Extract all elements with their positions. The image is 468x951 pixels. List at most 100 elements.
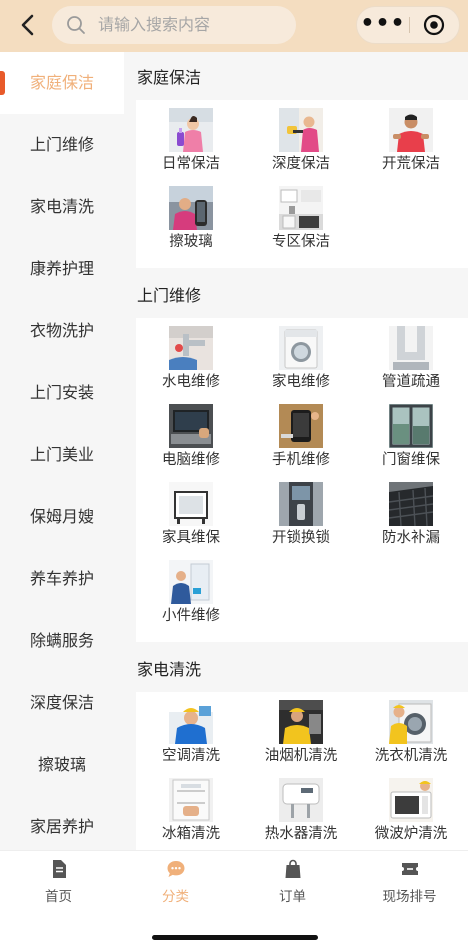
sidebar-item-label: 上门安装	[29, 383, 94, 402]
sidebar-item-label: 深度保洁	[29, 693, 94, 712]
washing-machine-photo	[279, 326, 323, 370]
service-label: 专区保洁	[272, 234, 330, 250]
service-tile[interactable]: 开荒保洁	[356, 108, 466, 186]
bottom-nav: 首页 分类 订单 现场排号	[0, 850, 468, 951]
service-label: 深度保洁	[272, 156, 330, 172]
sidebar-item-label: 家居养护	[29, 817, 94, 836]
kitchen-photo	[279, 186, 323, 230]
service-label: 热水器清洗	[264, 826, 338, 842]
close-target-icon[interactable]	[423, 14, 445, 36]
sidebar-item[interactable]: 养车养护	[0, 548, 124, 610]
deep-cleaning-photo	[279, 108, 323, 152]
nav-home[interactable]: 首页	[0, 857, 117, 907]
cleaning-photo	[169, 108, 213, 152]
sidebar-item-label: 养车养护	[29, 569, 94, 588]
category-content: 家庭保洁日常保洁 深度保洁 开荒保洁擦玻璃 专区保洁上门维修水电维修 家电维修 管道疏通电…	[124, 52, 468, 850]
service-tile[interactable]: 小件维修	[136, 560, 246, 638]
service-label: 家具维保	[162, 530, 220, 546]
furniture-photo	[169, 482, 213, 526]
service-tile[interactable]: 家具维保	[136, 482, 246, 560]
section-panel: 水电维修 家电维修 管道疏通电脑维修 手机维修 门窗维保家具维保 开锁换锁 防水补漏小件维修	[136, 318, 468, 642]
service-label: 开锁换锁	[272, 530, 330, 546]
service-tile[interactable]: 洗衣机清洗	[356, 700, 466, 778]
service-label: 电脑维修	[162, 452, 220, 468]
service-tile[interactable]: 专区保洁	[246, 186, 356, 264]
sidebar-item[interactable]: 康养护理	[0, 238, 124, 300]
sidebar-item-label: 擦玻璃	[37, 755, 86, 774]
water-heater-photo	[279, 778, 323, 822]
sidebar-item-label: 保姆月嫂	[29, 507, 94, 526]
nav-category[interactable]: 分类	[117, 857, 234, 907]
sidebar-item[interactable]: 上门维修	[0, 114, 124, 176]
service-tile[interactable]: 热水器清洗	[246, 778, 356, 850]
section-panel: 日常保洁 深度保洁 开荒保洁擦玻璃 专区保洁	[136, 100, 468, 268]
sidebar-item[interactable]: 上门美业	[0, 424, 124, 486]
sidebar-item-label: 衣物洗护	[29, 321, 94, 340]
washer-cleaning-photo	[389, 700, 433, 744]
sidebar-item[interactable]: 家电清洗	[0, 176, 124, 238]
search-placeholder: 请输入搜索内容	[98, 15, 211, 34]
chat-bubble-icon	[167, 861, 185, 877]
waterproof-photo	[389, 482, 433, 526]
sidebar-item-label: 家庭保洁	[29, 73, 94, 92]
service-tile[interactable]: 开锁换锁	[246, 482, 356, 560]
service-label: 微波炉清洗	[374, 826, 448, 842]
sidebar-item[interactable]: 除螨服务	[0, 610, 124, 672]
home-indicator	[152, 935, 318, 940]
fridge-cleaning-photo	[169, 778, 213, 822]
capsule-divider	[409, 17, 410, 33]
lock-photo	[279, 482, 323, 526]
service-tile[interactable]: 门窗维保	[356, 404, 466, 482]
service-label: 小件维修	[162, 608, 220, 624]
service-tile[interactable]: 水电维修	[136, 326, 246, 404]
service-label: 防水补漏	[382, 530, 440, 546]
sidebar-item[interactable]: 保姆月嫂	[0, 486, 124, 548]
sidebar-item-label: 上门维修	[29, 135, 94, 154]
service-label: 手机维修	[272, 452, 330, 468]
section-panel: 空调清洗 油烟机清洗 洗衣机清洗冰箱清洗 热水器清洗 微波炉清洗	[136, 692, 468, 850]
service-label: 门窗维保	[382, 452, 440, 468]
service-label: 擦玻璃	[169, 234, 213, 250]
nav-category-label: 分类	[162, 889, 189, 905]
service-tile[interactable]: 微波炉清洗	[356, 778, 466, 850]
plumbing-photo	[169, 326, 213, 370]
search-bar[interactable]: 请输入搜索内容	[52, 6, 296, 44]
service-tile[interactable]: 电脑维修	[136, 404, 246, 482]
laptop-photo	[169, 404, 213, 448]
service-tile[interactable]: 空调清洗	[136, 700, 246, 778]
bag-icon	[285, 859, 301, 878]
nav-orders[interactable]: 订单	[234, 857, 351, 907]
service-label: 开荒保洁	[382, 156, 440, 172]
section-title: 家庭保洁	[137, 68, 202, 87]
window-cleaning-photo	[169, 186, 213, 230]
service-label: 冰箱清洗	[162, 826, 220, 842]
service-tile[interactable]: 防水补漏	[356, 482, 466, 560]
sidebar-item[interactable]: 擦玻璃	[0, 734, 124, 796]
service-tile[interactable]: 家电维修	[246, 326, 356, 404]
service-tile[interactable]: 冰箱清洗	[136, 778, 246, 850]
sidebar-item[interactable]: 家居养护	[0, 796, 124, 850]
service-tile[interactable]: 擦玻璃	[136, 186, 246, 264]
sidebar-item[interactable]: 家庭保洁	[0, 52, 124, 114]
back-icon[interactable]	[14, 10, 42, 40]
section-title: 上门维修	[137, 286, 202, 305]
service-label: 洗衣机清洗	[374, 748, 448, 764]
more-icon[interactable]: •••	[357, 7, 409, 43]
service-tile[interactable]: 手机维修	[246, 404, 356, 482]
sidebar-item-label: 康养护理	[29, 259, 94, 278]
sidebar-item[interactable]: 深度保洁	[0, 672, 124, 734]
service-label: 水电维修	[162, 374, 220, 390]
service-tile[interactable]: 油烟机清洗	[246, 700, 356, 778]
nav-queue[interactable]: 现场排号	[351, 857, 468, 907]
sidebar-item-label: 除螨服务	[29, 631, 94, 650]
nav-queue-label: 现场排号	[382, 889, 437, 905]
category-sidebar: 家庭保洁上门维修家电清洗康养护理衣物洗护上门安装上门美业保姆月嫂养车养护除螨服务…	[0, 52, 124, 850]
service-tile[interactable]: 管道疏通	[356, 326, 466, 404]
sidebar-item[interactable]: 上门安装	[0, 362, 124, 424]
service-tile[interactable]: 日常保洁	[136, 108, 246, 186]
service-label: 家电维修	[272, 374, 330, 390]
service-tile[interactable]: 深度保洁	[246, 108, 356, 186]
sidebar-item[interactable]: 衣物洗护	[0, 300, 124, 362]
service-label: 油烟机清洗	[264, 748, 338, 764]
active-indicator	[0, 71, 5, 95]
